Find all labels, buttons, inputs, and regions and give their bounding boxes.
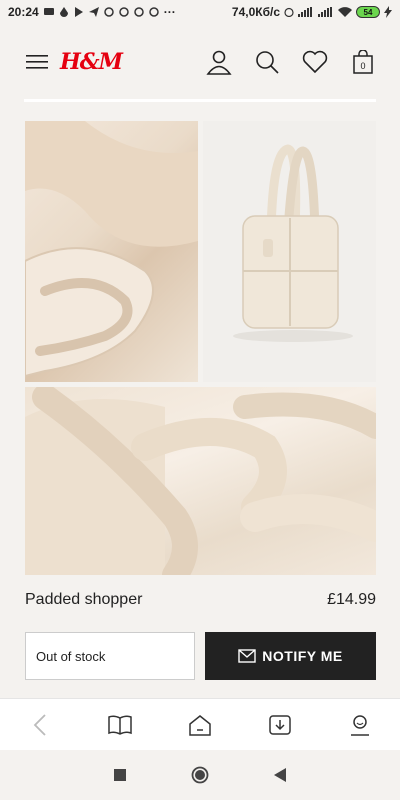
book-icon[interactable] <box>107 712 133 738</box>
network-speed: 74,0Кб/с <box>231 5 280 19</box>
status-bar: 20:24 ··· 74,0Кб/с 54 <box>0 0 400 24</box>
stock-status-label: Out of stock <box>36 648 106 664</box>
message-icon <box>43 8 54 15</box>
battery-icon: 54 <box>356 6 380 18</box>
status-time: 20:24 <box>8 5 39 19</box>
more-notifications-icon: ··· <box>163 5 176 19</box>
signal-icon <box>298 7 312 17</box>
recycle-icon <box>118 7 129 17</box>
recycle-icon <box>103 7 114 17</box>
play-icon <box>74 7 83 17</box>
home-circle-icon[interactable] <box>187 762 213 788</box>
product-image-detail-handles[interactable] <box>25 121 198 382</box>
product-gallery[interactable] <box>25 121 376 575</box>
shopping-bag-icon[interactable]: 0 <box>350 49 376 75</box>
app-header: H&M 0 <box>0 24 400 100</box>
back-triangle-icon[interactable] <box>267 762 293 788</box>
browser-toolbar <box>0 698 400 750</box>
recycle-icon <box>148 7 159 17</box>
hm-logo[interactable]: H&M <box>60 49 123 75</box>
header-divider <box>24 99 376 102</box>
stock-status-field: Out of stock <box>25 632 195 680</box>
profile-icon[interactable] <box>347 712 373 738</box>
account-icon[interactable] <box>206 49 232 75</box>
download-icon[interactable] <box>267 712 293 738</box>
product-info-panel: Padded shopper £14.99 Out of stock NOTIF… <box>0 575 400 698</box>
telegram-icon <box>88 7 99 17</box>
menu-icon[interactable] <box>24 49 50 75</box>
home-icon[interactable] <box>187 712 213 738</box>
notify-me-button[interactable]: NOTIFY ME <box>205 632 376 680</box>
charging-icon <box>384 6 392 18</box>
drop-icon <box>59 7 68 17</box>
recents-square-icon[interactable] <box>107 762 133 788</box>
envelope-icon <box>238 649 256 663</box>
wifi-icon <box>338 7 352 17</box>
recycle-icon <box>133 7 144 17</box>
favorites-heart-icon[interactable] <box>302 49 328 75</box>
product-price: £14.99 <box>327 591 376 608</box>
notify-me-label: NOTIFY ME <box>262 648 343 664</box>
product-image-closeup[interactable] <box>25 387 376 575</box>
back-icon[interactable] <box>27 712 53 738</box>
search-icon[interactable] <box>254 49 280 75</box>
product-image-shopper-bag[interactable] <box>203 121 376 382</box>
battery-level: 54 <box>363 7 373 17</box>
svg-text:0: 0 <box>360 61 365 71</box>
signal-icon <box>318 7 332 17</box>
system-navigation-bar <box>0 750 400 800</box>
product-name: Padded shopper <box>25 591 143 608</box>
alarm-icon <box>284 7 294 17</box>
